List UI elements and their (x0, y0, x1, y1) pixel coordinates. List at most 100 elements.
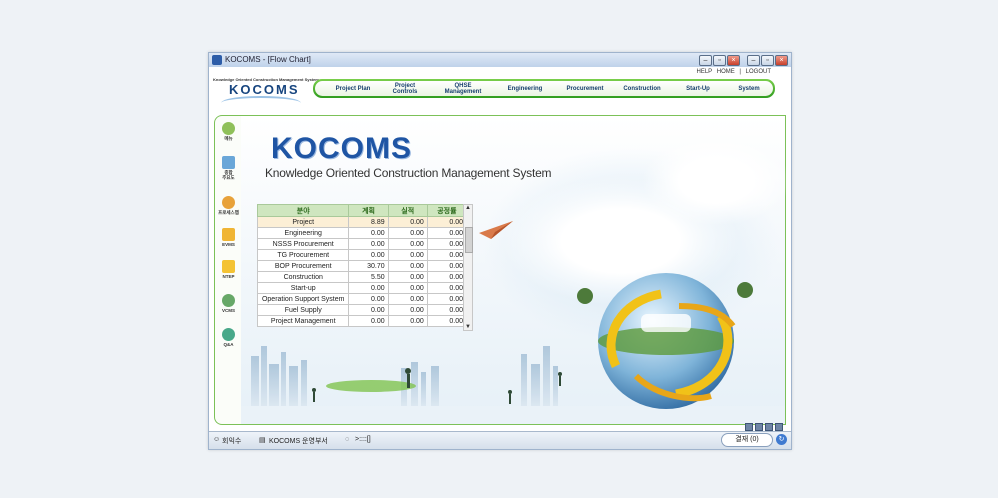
column-header[interactable]: 실적 (387, 204, 428, 217)
layout-icon[interactable] (765, 423, 773, 431)
table-row[interactable]: TG Procurement 0.00 0.00 0.00 (256, 249, 468, 261)
nav-system[interactable]: System (727, 81, 771, 96)
help-link[interactable]: HELP (697, 69, 713, 75)
cell-progress: 0.00 (426, 238, 468, 250)
sidebar-item-process-map[interactable]: 프로세스맵 (216, 196, 241, 215)
table-row[interactable]: Operation Support System 0.00 0.00 0.00 (256, 293, 468, 305)
nav-procurement[interactable]: Procurement (557, 81, 613, 96)
logout-link[interactable]: LOGOUT (746, 69, 771, 75)
table-row[interactable]: Fuel Supply 0.00 0.00 0.00 (256, 304, 468, 316)
cell-field: Project (256, 216, 350, 228)
nav-qhse-management[interactable]: QHSE Management (433, 81, 493, 96)
nav-engineering[interactable]: Engineering (497, 81, 553, 96)
top-links: HELP HOME | LOGOUT (694, 69, 772, 75)
cell-actual: 0.00 (387, 315, 428, 327)
app-window: KOCOMS - [Flow Chart] – ▫ × – ▫ × HELP H… (208, 52, 792, 450)
sidebar-item-ntep[interactable]: NTEP (216, 260, 241, 279)
table-row[interactable]: Construction 5.50 0.00 0.00 (256, 271, 468, 283)
cell-progress: 0.00 (426, 293, 468, 305)
main-content: KOCOMS Knowledge Oriented Construction M… (241, 115, 791, 425)
column-header[interactable]: 분야 (256, 204, 350, 217)
window-title: KOCOMS - [Flow Chart] (225, 55, 311, 64)
cell-field: Operation Support System (256, 293, 350, 305)
globe-illustration (577, 273, 753, 409)
table-row[interactable]: Project 8.89 0.00 0.00 (256, 216, 468, 228)
logo[interactable]: Knowledge Oriented Construction Manageme… (211, 77, 319, 111)
nav-project-plan[interactable]: Project Plan (325, 81, 381, 96)
department-name[interactable]: KOCOMS 운영부서 (269, 436, 328, 446)
cell-actual: 0.00 (387, 227, 428, 239)
cell-plan: 0.00 (348, 282, 389, 294)
sidebar-label: Q&A (223, 342, 234, 347)
cell-progress: 0.00 (426, 271, 468, 283)
nav-start-up[interactable]: Start-Up (673, 81, 723, 96)
evms-icon (222, 228, 235, 241)
cell-actual: 0.00 (387, 304, 428, 316)
table-row[interactable]: BOP Procurement 30.70 0.00 0.00 (256, 260, 468, 272)
cell-actual: 0.00 (387, 271, 428, 283)
sidebar-item-vcms[interactable]: VCMS (216, 294, 241, 313)
user-icon: ☺ (213, 436, 221, 443)
layout-icon[interactable] (755, 423, 763, 431)
close-button[interactable]: × (727, 55, 740, 66)
cell-progress: 0.00 (426, 260, 468, 272)
restore-button[interactable]: ▫ (713, 55, 726, 66)
doc-close-button[interactable]: × (775, 55, 788, 66)
layout-icon[interactable] (775, 423, 783, 431)
nav-construction[interactable]: Construction (615, 81, 669, 96)
column-header[interactable]: 계획 (348, 204, 389, 217)
chat-status[interactable]: >::::[] (355, 436, 371, 443)
cell-plan: 0.00 (348, 293, 389, 305)
table-scrollbar[interactable]: ▲ ▼ (463, 204, 473, 331)
link-separator: | (739, 69, 741, 75)
department-icon: ▤ (259, 437, 266, 444)
payment-button[interactable]: 결재 (0) (721, 433, 773, 447)
cell-plan: 8.89 (348, 216, 389, 228)
sidebar-item-evms[interactable]: EVMS (216, 228, 241, 247)
progress-table: 분야 계획 실적 공정률 Project 8.89 0.00 0.00 Engi… (256, 204, 468, 327)
paper-plane-icon (479, 221, 513, 239)
left-sidebar: 메뉴 종합 주요도 프로세스맵 EVMS NTEP VCMS Q&A (214, 115, 242, 425)
sidebar-item-qa[interactable]: Q&A (216, 328, 241, 347)
table-row[interactable]: Engineering 0.00 0.00 0.00 (256, 227, 468, 239)
status-bar: ☺ 회익수 ▤ KOCOMS 운영부서 ◌ >::::[] 결재 (0) ↻ (209, 431, 791, 449)
process-map-icon (222, 196, 235, 209)
sidebar-label: NTEP (222, 274, 235, 279)
cell-plan: 0.00 (348, 238, 389, 250)
scroll-up-icon[interactable]: ▲ (464, 205, 472, 211)
cell-field: Project Management (256, 315, 350, 327)
sidebar-label: EVMS (222, 242, 235, 247)
home-link[interactable]: HOME (717, 69, 735, 75)
table-row[interactable]: NSSS Procurement 0.00 0.00 0.00 (256, 238, 468, 250)
cell-plan: 0.00 (348, 315, 389, 327)
cell-field: Engineering (256, 227, 350, 239)
cell-actual: 0.00 (387, 282, 428, 294)
doc-restore-button[interactable]: ▫ (761, 55, 774, 66)
sidebar-item-overview[interactable]: 종합 주요도 (216, 156, 241, 180)
column-header[interactable]: 공정률 (426, 204, 468, 217)
nav-project-controls[interactable]: Project Controls (383, 81, 427, 96)
app-icon (212, 55, 222, 65)
cell-actual: 0.00 (387, 238, 428, 250)
doc-minimize-button[interactable]: – (747, 55, 760, 66)
minimize-button[interactable]: – (699, 55, 712, 66)
cell-field: Start-up (256, 282, 350, 294)
menu-icon (222, 122, 235, 135)
user-name[interactable]: 회익수 (222, 436, 241, 446)
cell-actual: 0.00 (387, 260, 428, 272)
scroll-thumb[interactable] (465, 227, 473, 253)
cell-progress: 0.00 (426, 216, 468, 228)
cloud (641, 136, 791, 226)
scroll-down-icon[interactable]: ▼ (464, 324, 472, 330)
view-icons (745, 423, 783, 431)
cell-field: TG Procurement (256, 249, 350, 261)
table-row[interactable]: Project Management 0.00 0.00 0.00 (256, 315, 468, 327)
qa-icon (222, 328, 235, 341)
brand-subtitle: Knowledge Oriented Construction Manageme… (265, 166, 552, 180)
cell-plan: 0.00 (348, 304, 389, 316)
refresh-icon[interactable]: ↻ (776, 434, 787, 445)
layout-icon[interactable] (745, 423, 753, 431)
sidebar-item-menu[interactable]: 메뉴 (216, 122, 241, 141)
table-row[interactable]: Start-up 0.00 0.00 0.00 (256, 282, 468, 294)
cell-progress: 0.00 (426, 304, 468, 316)
